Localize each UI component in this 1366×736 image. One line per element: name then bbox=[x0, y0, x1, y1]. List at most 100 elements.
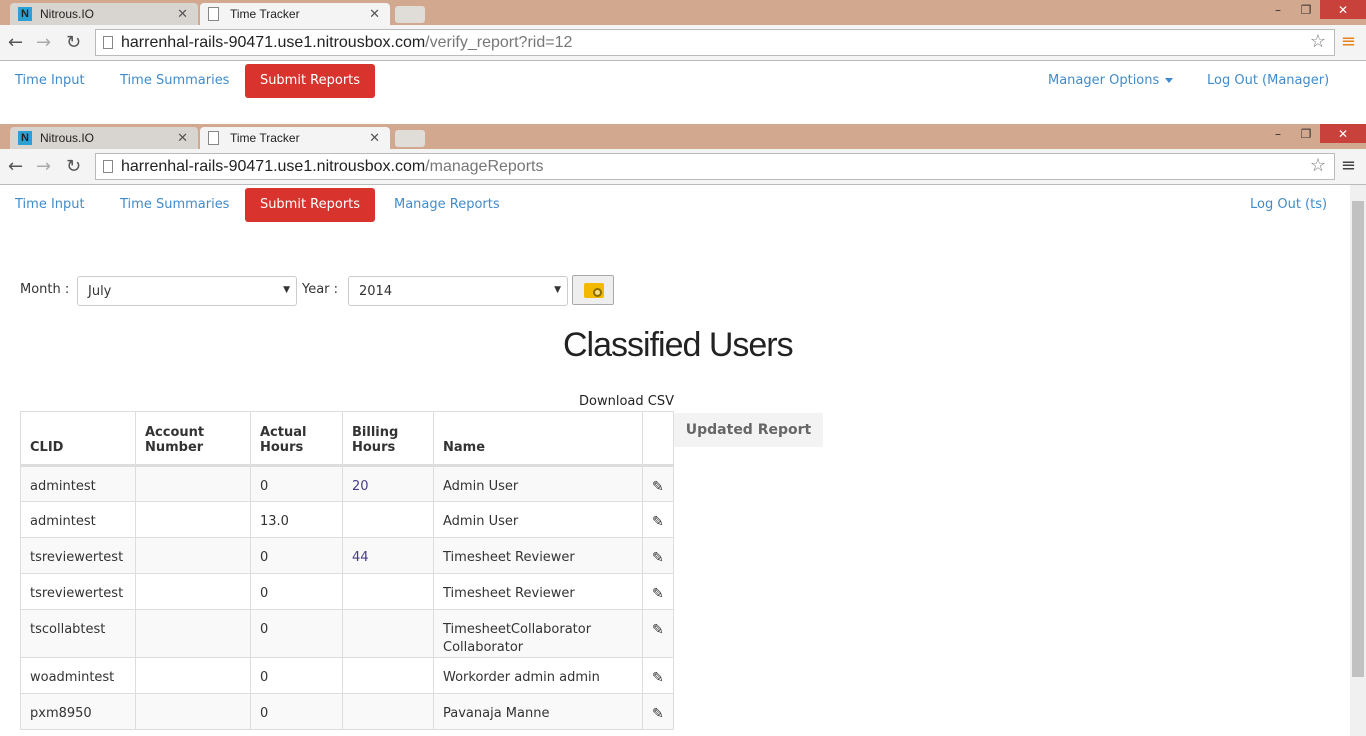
nav-manage-reports[interactable]: Manage Reports bbox=[394, 197, 500, 212]
edit-pencil-icon[interactable]: ✎ bbox=[652, 670, 664, 686]
back-icon[interactable]: ← bbox=[8, 32, 23, 53]
tab-nitrous[interactable]: N Nitrous.IO ✕ bbox=[10, 3, 198, 25]
cell-actual-hours: 13.0 bbox=[250, 501, 343, 538]
month-value: July bbox=[88, 284, 112, 299]
restore-icon[interactable]: ❐ bbox=[1292, 124, 1320, 143]
bookmark-star-icon[interactable]: ☆ bbox=[1310, 155, 1326, 176]
reload-icon[interactable]: ↻ bbox=[66, 156, 81, 177]
cell-edit[interactable]: ✎ bbox=[642, 609, 674, 658]
tab-label: Time Tracker bbox=[230, 131, 300, 145]
nav-time-input[interactable]: Time Input bbox=[15, 73, 85, 88]
month-label: Month : bbox=[20, 282, 70, 297]
cell-billing-hours bbox=[342, 693, 434, 730]
col-actual-hours: Actual Hours bbox=[250, 411, 343, 467]
page-title: Classified Users bbox=[563, 326, 794, 364]
edit-pencil-icon[interactable]: ✎ bbox=[652, 622, 664, 638]
cell-clid: tscollabtest bbox=[20, 609, 136, 658]
cell-account-number bbox=[135, 537, 251, 574]
new-tab-button[interactable] bbox=[395, 6, 425, 23]
forward-icon[interactable]: → bbox=[36, 32, 51, 53]
nav-time-input[interactable]: Time Input bbox=[15, 197, 85, 212]
address-bar[interactable]: harrenhal-rails-90471.use1.nitrousbox.co… bbox=[95, 153, 1335, 180]
nav-submit-reports[interactable]: Submit Reports bbox=[245, 188, 375, 222]
cell-name: Admin User bbox=[433, 501, 643, 538]
minimize-icon[interactable]: – bbox=[1264, 124, 1292, 143]
close-tab-icon[interactable]: ✕ bbox=[369, 130, 380, 146]
tab-label: Nitrous.IO bbox=[40, 131, 95, 145]
reload-icon[interactable]: ↻ bbox=[66, 32, 81, 53]
address-bar[interactable]: harrenhal-rails-90471.use1.nitrousbox.co… bbox=[95, 29, 1335, 56]
col-edit bbox=[642, 411, 674, 467]
nav-manager-options[interactable]: Manager Options bbox=[1048, 73, 1174, 88]
download-csv-link[interactable]: Download CSV bbox=[579, 394, 674, 409]
cell-edit[interactable]: ✎ bbox=[642, 657, 674, 694]
tab-nitrous[interactable]: N Nitrous.IO ✕ bbox=[10, 127, 198, 149]
restore-icon[interactable]: ❐ bbox=[1292, 0, 1320, 19]
close-tab-icon[interactable]: ✕ bbox=[177, 130, 188, 146]
edit-pencil-icon[interactable]: ✎ bbox=[652, 550, 664, 566]
cell-actual-hours: 0 bbox=[250, 609, 343, 658]
cell-name: TimesheetCollaborator Collaborator bbox=[433, 609, 643, 658]
tab-time-tracker[interactable]: Time Tracker ✕ bbox=[200, 3, 390, 25]
month-select[interactable]: July ▼ bbox=[77, 276, 297, 306]
close-window-icon[interactable]: ✕ bbox=[1320, 124, 1366, 143]
cell-billing-hours bbox=[342, 573, 434, 610]
nav-time-summaries[interactable]: Time Summaries bbox=[120, 197, 229, 212]
new-tab-button[interactable] bbox=[395, 130, 425, 147]
close-tab-icon[interactable]: ✕ bbox=[369, 6, 380, 22]
search-reports-button[interactable] bbox=[572, 275, 614, 305]
close-tab-icon[interactable]: ✕ bbox=[177, 6, 188, 22]
page-icon bbox=[208, 131, 219, 145]
scrollbar-thumb[interactable] bbox=[1352, 201, 1364, 677]
cell-edit[interactable]: ✎ bbox=[642, 693, 674, 730]
year-value: 2014 bbox=[359, 284, 393, 299]
cell-account-number bbox=[135, 573, 251, 610]
close-window-icon[interactable]: ✕ bbox=[1320, 0, 1366, 19]
cell-billing-hours: 20 bbox=[342, 465, 434, 502]
page-icon bbox=[103, 36, 113, 49]
year-label: Year : bbox=[302, 282, 339, 297]
col-billing-hours: Billing Hours bbox=[342, 411, 434, 467]
dropdown-arrow-icon: ▼ bbox=[554, 285, 561, 295]
table-row: admintest 13.0 Admin User ✎ bbox=[20, 501, 674, 538]
table-row: pxm8950 0 Pavanaja Manne ✎ bbox=[20, 693, 674, 730]
cell-name: Workorder admin admin bbox=[433, 657, 643, 694]
col-name: Name bbox=[433, 411, 643, 467]
edit-pencil-icon[interactable]: ✎ bbox=[652, 479, 664, 495]
menu-icon[interactable]: ≡ bbox=[1341, 155, 1356, 176]
cell-name: Admin User bbox=[433, 465, 643, 502]
cell-edit[interactable]: ✎ bbox=[642, 501, 674, 538]
cell-edit[interactable]: ✎ bbox=[642, 573, 674, 610]
edit-pencil-icon[interactable]: ✎ bbox=[652, 586, 664, 602]
cell-actual-hours: 0 bbox=[250, 693, 343, 730]
forward-icon[interactable]: → bbox=[36, 156, 51, 177]
minimize-icon[interactable]: – bbox=[1264, 0, 1292, 19]
scrollbar[interactable] bbox=[1350, 185, 1366, 736]
updated-report-button[interactable]: Updated Report bbox=[674, 413, 823, 447]
url-path: /manageReports bbox=[425, 158, 544, 175]
nav-logout[interactable]: Log Out (Manager) bbox=[1207, 73, 1329, 88]
cell-edit[interactable]: ✎ bbox=[642, 465, 674, 502]
menu-icon[interactable]: ≡ bbox=[1341, 31, 1356, 52]
nav-submit-reports[interactable]: Submit Reports bbox=[245, 64, 375, 98]
tab-strip: N Nitrous.IO ✕ Time Tracker ✕ – ❐ ✕ bbox=[0, 124, 1366, 149]
dropdown-arrow-icon: ▼ bbox=[283, 285, 290, 295]
edit-pencil-icon[interactable]: ✎ bbox=[652, 706, 664, 722]
cell-clid: pxm8950 bbox=[20, 693, 136, 730]
tab-time-tracker[interactable]: Time Tracker ✕ bbox=[200, 127, 390, 149]
edit-pencil-icon[interactable]: ✎ bbox=[652, 514, 664, 530]
magnifier-icon bbox=[593, 288, 602, 297]
tab-strip: N Nitrous.IO ✕ Time Tracker ✕ – ❐ ✕ bbox=[0, 0, 1366, 25]
cell-billing-hours bbox=[342, 609, 434, 658]
year-select[interactable]: 2014 ▼ bbox=[348, 276, 568, 306]
nav-logout[interactable]: Log Out (ts) bbox=[1250, 197, 1327, 212]
cell-clid: admintest bbox=[20, 465, 136, 502]
cell-clid: admintest bbox=[20, 501, 136, 538]
cell-billing-hours bbox=[342, 657, 434, 694]
url-path: /verify_report?rid=12 bbox=[425, 34, 573, 51]
bookmark-star-icon[interactable]: ☆ bbox=[1310, 31, 1326, 52]
browser-window-front: N Nitrous.IO ✕ Time Tracker ✕ – ❐ ✕ ← → ↻ har… bbox=[0, 124, 1366, 736]
back-icon[interactable]: ← bbox=[8, 156, 23, 177]
cell-edit[interactable]: ✎ bbox=[642, 537, 674, 574]
nav-time-summaries[interactable]: Time Summaries bbox=[120, 73, 229, 88]
